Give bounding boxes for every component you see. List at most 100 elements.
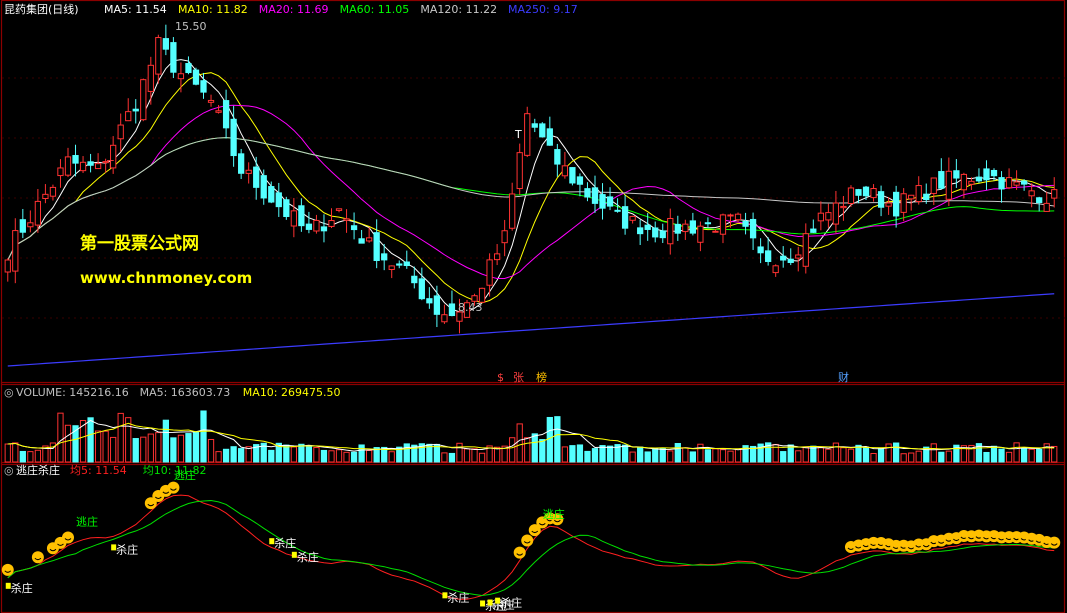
candle-body xyxy=(908,194,915,200)
candle-body xyxy=(915,185,922,203)
candle xyxy=(667,208,674,255)
smiley-icon xyxy=(1,563,14,576)
indicator-panel[interactable]: 逃庄逃庄逃庄杀庄杀庄 杀庄杀庄杀庄杀庄杀庄杀庄 xyxy=(1,468,1061,613)
stock-chart: 逃庄逃庄逃庄杀庄杀庄 杀庄杀庄杀庄杀庄杀庄杀庄 昆药集团(日线) MA5: 11.5… xyxy=(0,0,1066,613)
candle xyxy=(652,221,659,243)
candle xyxy=(117,113,124,152)
volume-bar xyxy=(94,430,102,463)
volume-bar xyxy=(930,443,937,463)
candle xyxy=(343,209,350,233)
candle xyxy=(260,169,267,205)
candle-body xyxy=(305,223,313,230)
candle-body xyxy=(501,230,508,244)
candle xyxy=(350,212,358,240)
candle xyxy=(501,219,508,257)
candle-body xyxy=(313,219,320,232)
candle xyxy=(637,219,644,246)
candle xyxy=(554,143,561,177)
volume-bar xyxy=(283,444,290,463)
candle xyxy=(64,147,72,178)
volume-bar xyxy=(147,433,154,463)
candle-body xyxy=(170,42,177,73)
candle-body xyxy=(411,275,418,284)
volume-bar xyxy=(644,451,651,463)
volume-bar xyxy=(463,448,471,463)
kill-label: 杀庄 xyxy=(297,550,319,564)
candle xyxy=(509,182,516,231)
candle xyxy=(283,196,290,220)
volume-bar xyxy=(893,442,900,463)
candle-body xyxy=(644,224,651,230)
volume-arrow: ◎ xyxy=(4,386,14,399)
candle xyxy=(94,153,102,170)
candle-body xyxy=(637,227,644,235)
volume-bar xyxy=(87,417,94,463)
smiley-icon xyxy=(521,534,534,547)
volume-bar xyxy=(290,446,297,463)
watermark-line2: www.chnmoney.com xyxy=(80,269,252,287)
candle-body xyxy=(155,37,162,75)
candle xyxy=(968,177,975,190)
candle xyxy=(373,219,380,269)
candle-body xyxy=(945,170,952,200)
candle xyxy=(268,181,275,204)
escape-label: 逃庄 xyxy=(76,514,98,528)
volume-bar xyxy=(569,445,576,463)
kill-label: 杀庄 xyxy=(447,590,469,604)
volume-bar xyxy=(516,423,523,463)
high-price-label: 15.50 xyxy=(175,20,207,33)
candlestick-series xyxy=(4,24,1058,334)
candle-body xyxy=(72,155,79,164)
volume-bar xyxy=(215,451,222,463)
smiley-icon xyxy=(1048,536,1061,549)
volume-bar xyxy=(900,453,907,463)
candle xyxy=(72,144,79,177)
candle-body xyxy=(34,200,42,226)
candle-body xyxy=(125,111,132,122)
volume-bar xyxy=(908,452,915,463)
candle-body xyxy=(441,314,448,323)
candle xyxy=(719,213,727,244)
smiley-face xyxy=(1048,536,1061,549)
volume-bar xyxy=(591,448,599,463)
volume-bar xyxy=(19,450,26,463)
candle-body xyxy=(1013,181,1020,186)
candle-body xyxy=(667,217,674,245)
volume-bar xyxy=(1013,442,1020,463)
candle-body xyxy=(19,219,26,233)
indicator-label-1: 均10: 11.82 xyxy=(143,464,207,477)
volume-bar xyxy=(4,443,11,463)
candle xyxy=(441,304,448,324)
volume-bar xyxy=(328,450,335,463)
candle xyxy=(923,183,930,204)
volume-bar xyxy=(561,446,569,463)
candle xyxy=(155,34,162,84)
volume-bar xyxy=(358,444,365,463)
indicator-name: 逃庄杀庄 xyxy=(16,463,60,477)
ma-label-1: MA10: 11.82 xyxy=(178,3,248,16)
stock-title: 昆药集团(日线) xyxy=(4,2,79,16)
volume-bar xyxy=(998,448,1005,463)
candle-body xyxy=(704,222,712,225)
candle-body xyxy=(900,193,907,213)
volume-bar xyxy=(185,433,192,463)
volume-bar xyxy=(1051,445,1058,463)
volume-panel[interactable] xyxy=(4,410,1058,463)
candle xyxy=(885,196,892,215)
volume-bar xyxy=(350,451,358,463)
candle xyxy=(320,214,328,243)
candle xyxy=(230,105,237,167)
candle xyxy=(840,196,847,221)
volume-bar xyxy=(64,424,72,463)
volume-bar xyxy=(493,446,501,463)
candle xyxy=(132,99,139,124)
volume-bar xyxy=(847,448,855,463)
candle-body xyxy=(433,295,441,315)
candle xyxy=(975,168,983,184)
volume-bar xyxy=(539,439,546,463)
smiley-face xyxy=(31,551,44,564)
candle xyxy=(614,198,621,213)
volume-bar xyxy=(719,449,727,463)
candle xyxy=(900,188,907,222)
t-mark-0: T xyxy=(106,158,114,171)
